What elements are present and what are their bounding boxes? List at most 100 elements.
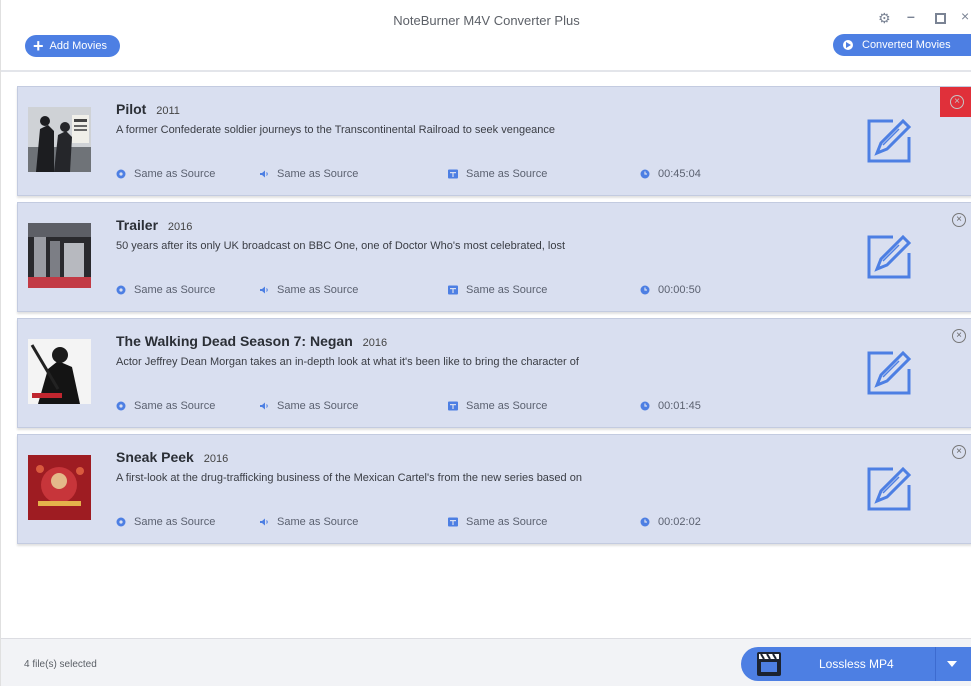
audio-setting[interactable]: Same as Source (259, 516, 358, 528)
video-settings-icon (116, 169, 126, 179)
duration-label: 00:02:02 (658, 516, 701, 528)
subtitle-setting-label: Same as Source (466, 516, 548, 528)
plus-icon: + (33, 36, 44, 56)
selection-status: 4 file(s) selected (24, 659, 97, 670)
app-window: NoteBurner M4V Converter Plus + Add Movi… (0, 0, 971, 686)
audio-setting[interactable]: Same as Source (259, 168, 358, 180)
movie-year: 2016 (203, 453, 229, 465)
clock-icon (640, 169, 650, 179)
remove-button[interactable]: × (940, 87, 971, 117)
duration-label: 00:45:04 (658, 168, 701, 180)
converted-movies-button[interactable]: Converted Movies (833, 34, 971, 56)
audio-setting-label: Same as Source (277, 168, 359, 180)
video-settings-icon (116, 401, 126, 411)
movie-year: 2011 (156, 105, 180, 117)
audio-icon (260, 402, 268, 410)
clock-icon (640, 285, 650, 295)
movie-title: Trailer (116, 217, 159, 233)
clock-icon (640, 401, 650, 411)
subtitle-setting-label: Same as Source (466, 284, 548, 296)
movie-title-line: Pilot 2011 (116, 101, 180, 117)
movie-description: Actor Jeffrey Dean Morgan takes an in-de… (116, 356, 579, 368)
clapperboard-icon (757, 652, 781, 676)
video-settings-icon (116, 285, 126, 295)
movie-description: A first-look at the drug-trafficking bus… (116, 472, 582, 484)
remove-icon: × (950, 95, 964, 109)
duration-label: 00:01:45 (658, 400, 701, 412)
output-format-label: Lossless MP4 (819, 657, 894, 671)
subtitle-icon (448, 285, 458, 295)
close-window-icon[interactable]: × (961, 8, 969, 24)
add-movies-button[interactable]: + Add Movies (25, 35, 120, 57)
video-setting-label: Same as Source (134, 168, 216, 180)
movie-row[interactable]: Sneak Peek 2016 A first-look at the drug… (17, 434, 971, 544)
gear-icon[interactable]: ⚙ (878, 10, 891, 27)
movie-row[interactable]: The Walking Dead Season 7: Negan 2016 Ac… (17, 318, 971, 428)
edit-icon[interactable] (863, 347, 915, 399)
edit-icon[interactable] (863, 463, 915, 515)
movie-title: Pilot (116, 101, 147, 117)
subtitle-setting-label: Same as Source (466, 168, 548, 180)
audio-icon (260, 286, 268, 294)
subtitle-setting-label: Same as Source (466, 400, 548, 412)
movie-title: The Walking Dead Season 7: Negan (116, 333, 353, 349)
play-circle-icon (843, 40, 853, 50)
movie-row[interactable]: Trailer 2016 50 years after its only UK … (17, 202, 971, 312)
video-setting-label: Same as Source (134, 284, 216, 296)
audio-setting-label: Same as Source (277, 516, 359, 528)
movie-description: 50 years after its only UK broadcast on … (116, 240, 566, 252)
subtitle-icon (448, 401, 458, 411)
movie-year: 2016 (167, 221, 193, 233)
video-setting[interactable]: Same as Source (116, 168, 215, 180)
movie-year: 2016 (362, 337, 388, 349)
movie-title-line: Sneak Peek 2016 (116, 449, 228, 465)
output-format-button[interactable]: Lossless MP4 (741, 647, 971, 681)
video-settings-icon (116, 517, 126, 527)
subtitle-icon (448, 169, 458, 179)
subtitle-setting[interactable]: Same as Source (448, 284, 547, 296)
duration: 00:02:02 (640, 516, 701, 528)
audio-setting-label: Same as Source (277, 400, 359, 412)
duration-label: 00:00:50 (658, 284, 701, 296)
movie-title-line: The Walking Dead Season 7: Negan 2016 (116, 333, 387, 349)
duration: 00:01:45 (640, 400, 701, 412)
movie-title: Sneak Peek (116, 449, 194, 465)
movie-thumbnail (28, 339, 91, 404)
video-setting[interactable]: Same as Source (116, 516, 215, 528)
audio-setting-label: Same as Source (277, 284, 359, 296)
subtitle-setting[interactable]: Same as Source (448, 400, 547, 412)
chevron-down-icon[interactable] (947, 661, 957, 667)
edit-icon[interactable] (863, 231, 915, 283)
maximize-icon[interactable] (935, 11, 946, 27)
add-movies-label: Add Movies (49, 40, 107, 52)
footer-bar: 4 file(s) selected Lossless MP4 (1, 638, 971, 686)
converted-movies-label: Converted Movies (862, 39, 951, 51)
duration: 00:00:50 (640, 284, 701, 296)
audio-icon (260, 170, 268, 178)
audio-setting[interactable]: Same as Source (259, 284, 358, 296)
movie-thumbnail (28, 223, 91, 288)
subtitle-icon (448, 517, 458, 527)
movie-thumbnail (28, 107, 91, 172)
movie-row[interactable]: Pilot 2011 A former Confederate soldier … (17, 86, 971, 196)
movie-thumbnail (28, 455, 91, 520)
audio-setting[interactable]: Same as Source (259, 400, 358, 412)
remove-icon[interactable]: × (952, 329, 966, 343)
remove-icon[interactable]: × (952, 445, 966, 459)
clock-icon (640, 517, 650, 527)
title-bar: NoteBurner M4V Converter Plus + Add Movi… (1, 0, 971, 72)
movie-title-line: Trailer 2016 (116, 217, 192, 233)
video-setting-label: Same as Source (134, 400, 216, 412)
remove-icon[interactable]: × (952, 213, 966, 227)
duration: 00:45:04 (640, 168, 701, 180)
minimize-icon[interactable]: – (907, 8, 915, 24)
audio-icon (260, 518, 268, 526)
format-divider (935, 647, 936, 681)
video-setting-label: Same as Source (134, 516, 216, 528)
edit-icon[interactable] (863, 115, 915, 167)
subtitle-setting[interactable]: Same as Source (448, 516, 547, 528)
video-setting[interactable]: Same as Source (116, 400, 215, 412)
subtitle-setting[interactable]: Same as Source (448, 168, 547, 180)
video-setting[interactable]: Same as Source (116, 284, 215, 296)
movie-description: A former Confederate soldier journeys to… (116, 124, 556, 136)
